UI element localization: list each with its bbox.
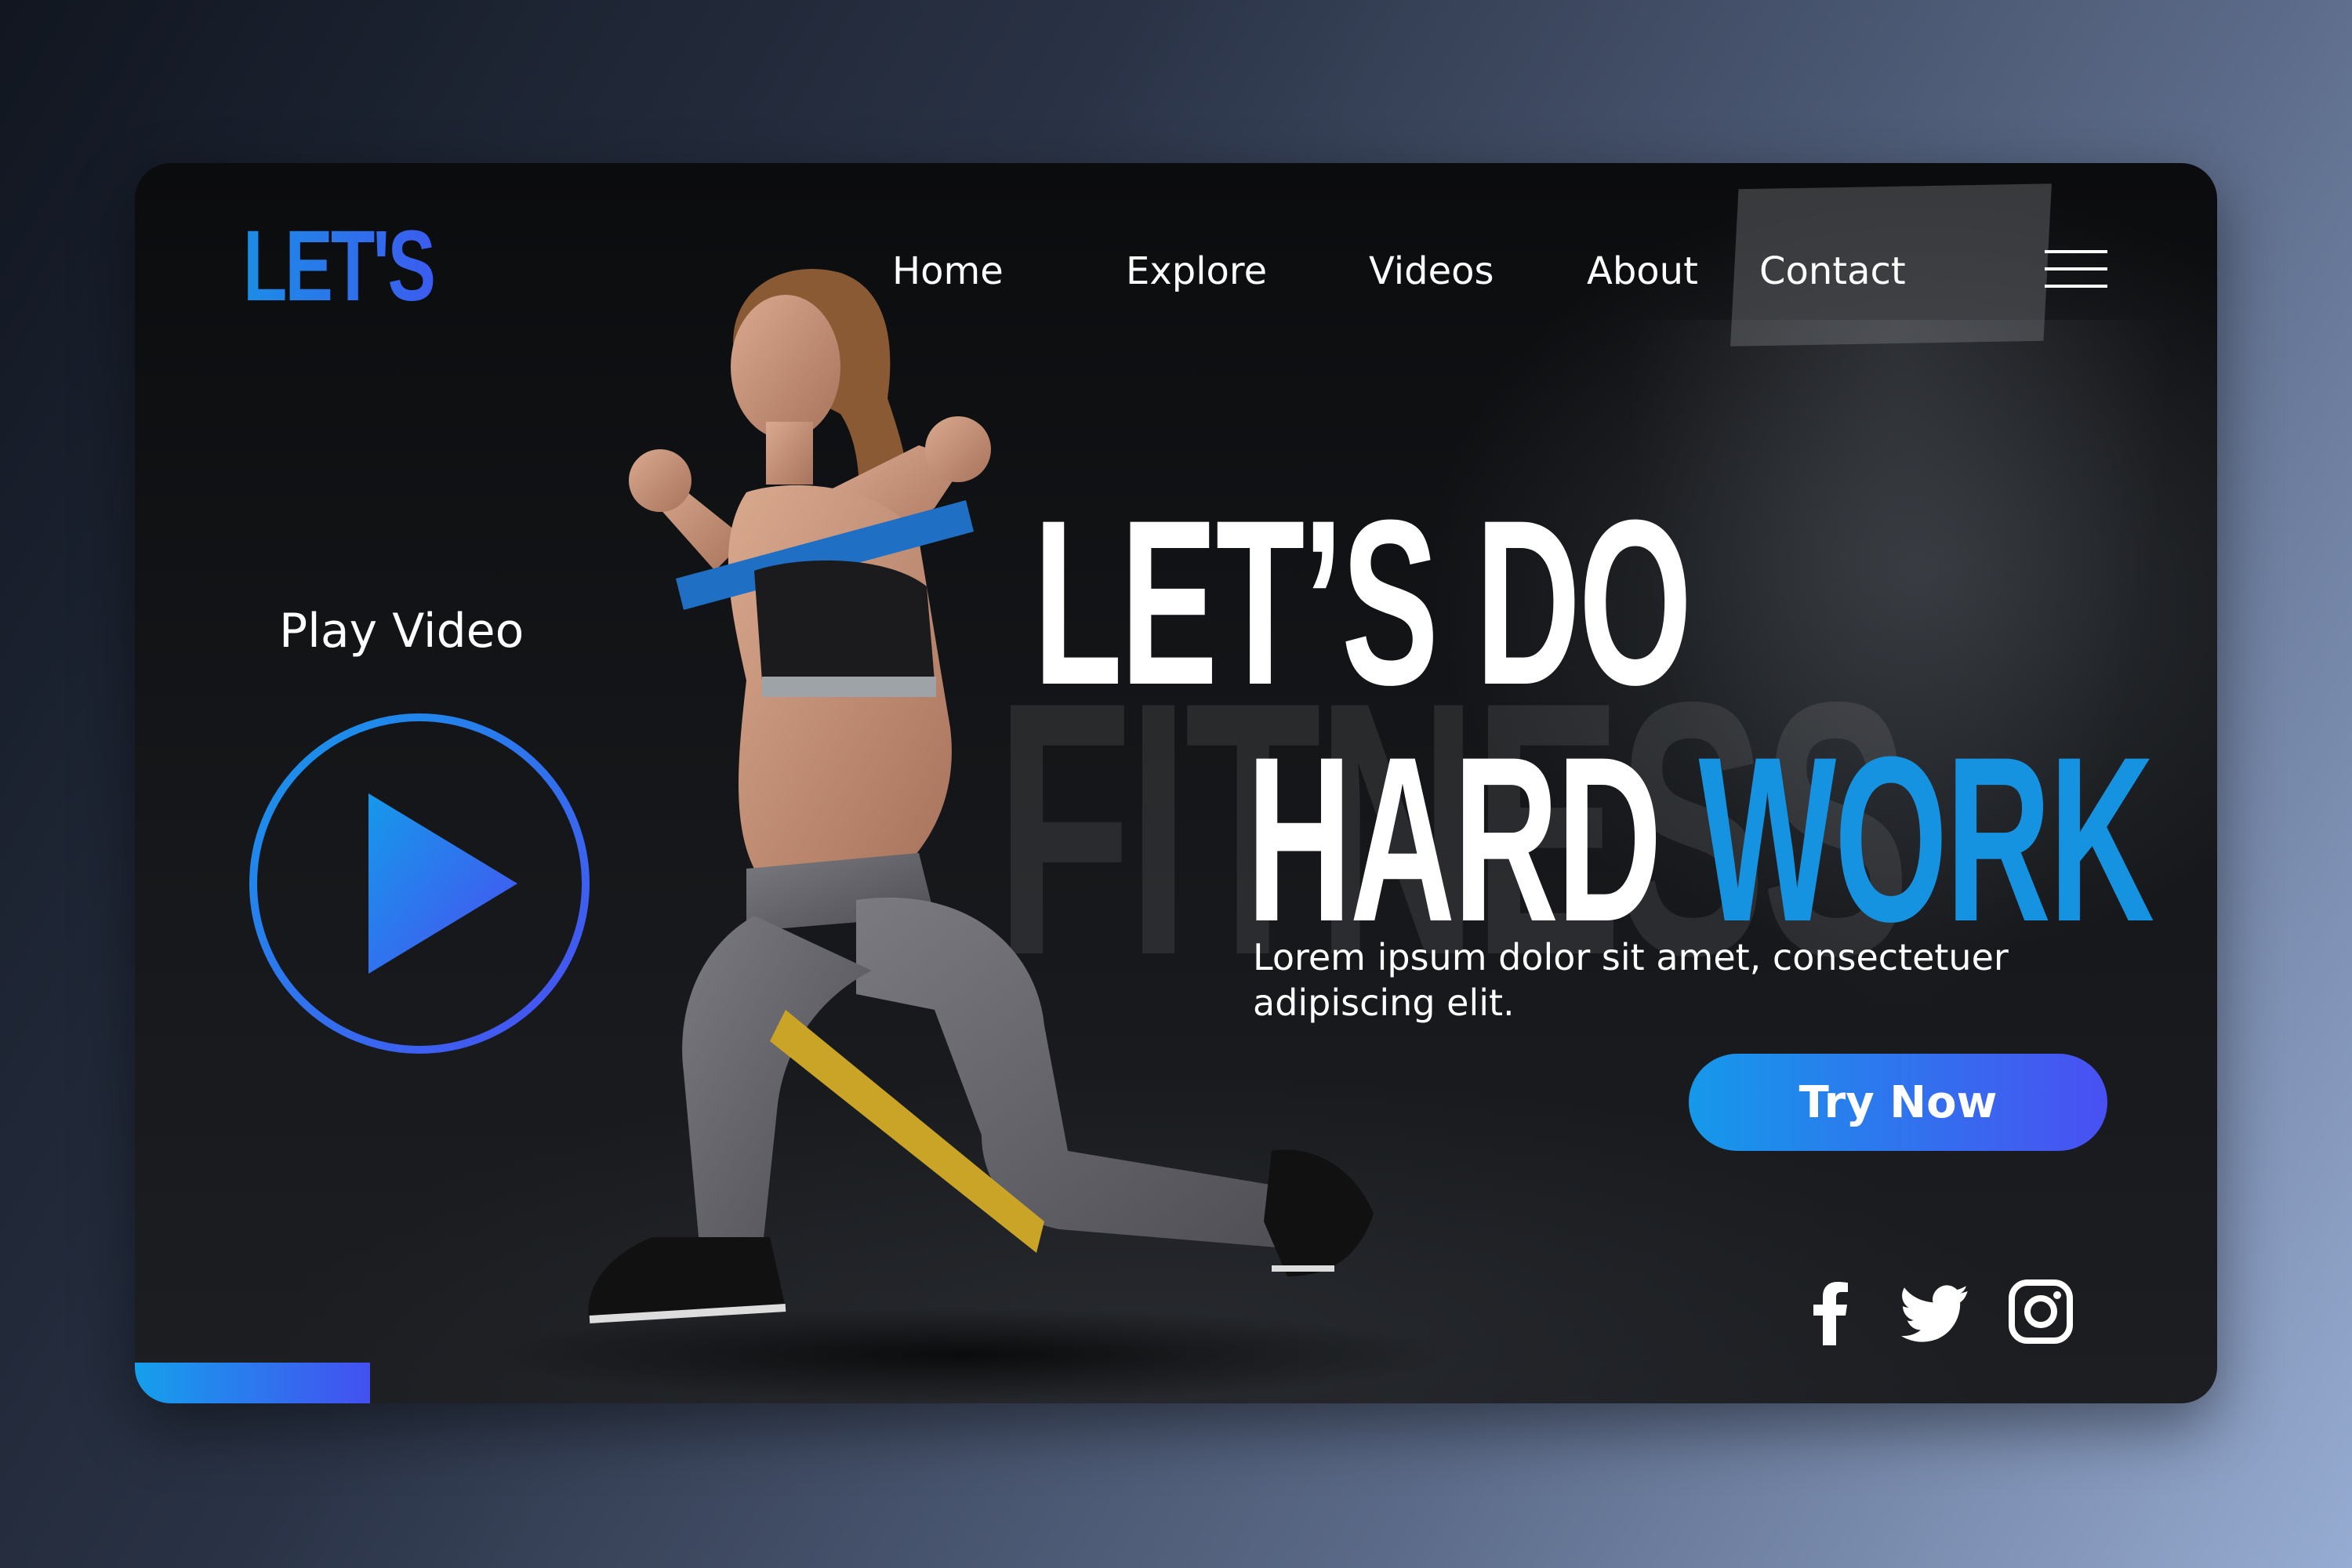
nav-videos[interactable]: Videos [1369, 248, 1494, 295]
facebook-icon[interactable] [1795, 1276, 1866, 1347]
main-nav: Home Explore Videos About Contact [135, 248, 2217, 295]
twitter-icon[interactable] [1900, 1276, 1971, 1347]
hero-subtitle: Lorem ipsum dolor sit amet, consectetuer… [1253, 936, 2009, 1024]
try-now-button[interactable]: Try Now [1689, 1054, 2107, 1151]
nav-contact[interactable]: Contact [1759, 248, 1906, 295]
instagram-icon[interactable] [2005, 1276, 2076, 1347]
headline-hard: HARD [1247, 707, 1662, 971]
hamburger-menu-icon[interactable] [2045, 245, 2107, 292]
nav-home[interactable]: Home [892, 248, 1004, 295]
nav-explore[interactable]: Explore [1126, 248, 1267, 295]
nav-about[interactable]: About [1587, 248, 1698, 295]
headline-work: WORK [1698, 707, 2154, 971]
play-video-button[interactable] [243, 707, 596, 1060]
headline-line-1-text: LET’S DO [1033, 470, 1692, 734]
headline-line-2: HARD WORK [1247, 721, 2154, 956]
play-video-label: Play Video [279, 604, 524, 659]
play-icon [368, 793, 517, 974]
headline-line-1: LET’S DO [1033, 485, 1692, 720]
accent-bar [135, 1363, 370, 1403]
hero-card: FITNESS LET'S Home Explore Videos About … [135, 163, 2217, 1403]
